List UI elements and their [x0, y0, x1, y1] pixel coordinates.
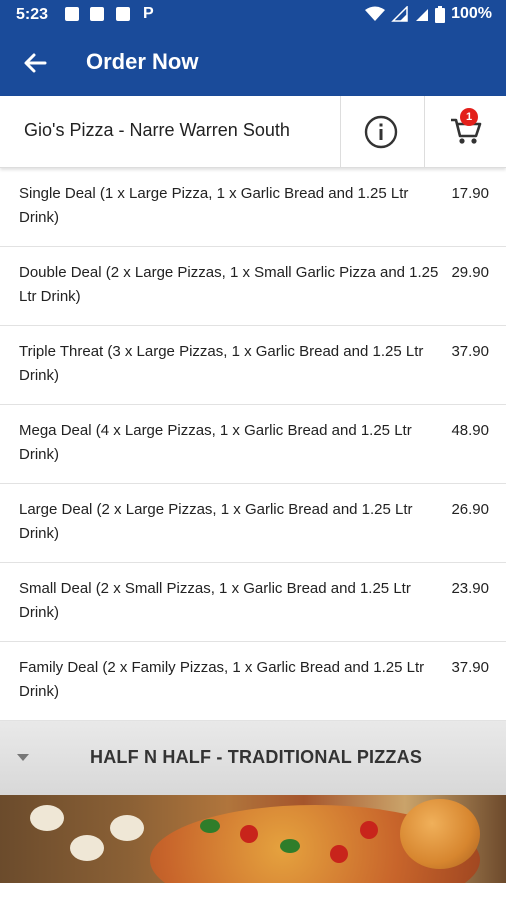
page-title: Order Now	[86, 49, 199, 74]
cart-badge: 1	[460, 108, 478, 126]
menu-item[interactable]: Family Deal (2 x Family Pizzas, 1 x Garl…	[0, 642, 506, 721]
tomato-image	[240, 825, 258, 843]
section-title: HALF N HALF - TRADITIONAL PIZZAS	[90, 747, 423, 767]
store-name: Gio's Pizza - Narre Warren South	[24, 120, 290, 140]
parking-notification-icon: P	[143, 5, 154, 22]
info-icon[interactable]	[364, 115, 398, 149]
mushroom-image	[70, 835, 104, 861]
item-name: Double Deal (2 x Large Pizzas, 1 x Small…	[19, 264, 439, 305]
basil-image	[200, 819, 220, 833]
signal-2-icon	[416, 9, 429, 21]
onion-image	[400, 799, 480, 869]
status-bar: 5:23 P 100%	[0, 0, 506, 30]
item-name: Family Deal (2 x Family Pizzas, 1 x Garl…	[19, 659, 425, 700]
divider	[424, 96, 425, 168]
item-price: 37.90	[451, 343, 489, 360]
chevron-down-icon	[17, 754, 29, 761]
divider	[340, 96, 341, 168]
menu-list: Single Deal (1 x Large Pizza, 1 x Garlic…	[0, 168, 506, 721]
menu-item[interactable]: Single Deal (1 x Large Pizza, 1 x Garlic…	[0, 168, 506, 247]
menu-item[interactable]: Small Deal (2 x Small Pizzas, 1 x Garlic…	[0, 563, 506, 642]
mushroom-image	[110, 815, 144, 841]
menu-item[interactable]: Triple Threat (3 x Large Pizzas, 1 x Gar…	[0, 326, 506, 405]
item-name: Single Deal (1 x Large Pizza, 1 x Garlic…	[19, 185, 409, 226]
item-price: 26.90	[451, 501, 489, 518]
menu-item[interactable]: Mega Deal (4 x Large Pizzas, 1 x Garlic …	[0, 405, 506, 484]
battery-percent: 100%	[451, 5, 492, 22]
item-price: 23.90	[451, 580, 489, 597]
item-price: 48.90	[451, 422, 489, 439]
store-bar: Gio's Pizza - Narre Warren South	[0, 96, 506, 168]
item-name: Mega Deal (4 x Large Pizzas, 1 x Garlic …	[19, 422, 412, 463]
wifi-icon	[365, 6, 386, 21]
item-price: 17.90	[451, 185, 489, 202]
battery-icon	[435, 5, 446, 23]
news-notification-icon	[90, 7, 104, 21]
arrow-left-icon[interactable]	[20, 48, 50, 78]
basil-image	[280, 839, 300, 853]
tomato-image	[330, 845, 348, 863]
signal-icon	[391, 6, 408, 22]
menu-item[interactable]: Large Deal (2 x Large Pizzas, 1 x Garlic…	[0, 484, 506, 563]
tomato-image	[360, 821, 378, 839]
item-name: Small Deal (2 x Small Pizzas, 1 x Garlic…	[19, 580, 411, 621]
mushroom-image	[30, 805, 64, 831]
status-right-group: 100%	[365, 5, 492, 23]
item-name: Large Deal (2 x Large Pizzas, 1 x Garlic…	[19, 501, 413, 542]
check-notification-icon	[116, 7, 130, 21]
item-price: 29.90	[451, 264, 489, 281]
menu-item[interactable]: Double Deal (2 x Large Pizzas, 1 x Small…	[0, 247, 506, 326]
status-time: 5:23	[16, 6, 49, 23]
item-name: Triple Threat (3 x Large Pizzas, 1 x Gar…	[19, 343, 424, 384]
image-notification-icon	[65, 7, 79, 21]
section-banner-image	[0, 795, 506, 883]
section-header[interactable]: HALF N HALF - TRADITIONAL PIZZAS	[0, 721, 506, 795]
app-bar: Order Now	[0, 30, 506, 96]
item-price: 37.90	[451, 659, 489, 676]
